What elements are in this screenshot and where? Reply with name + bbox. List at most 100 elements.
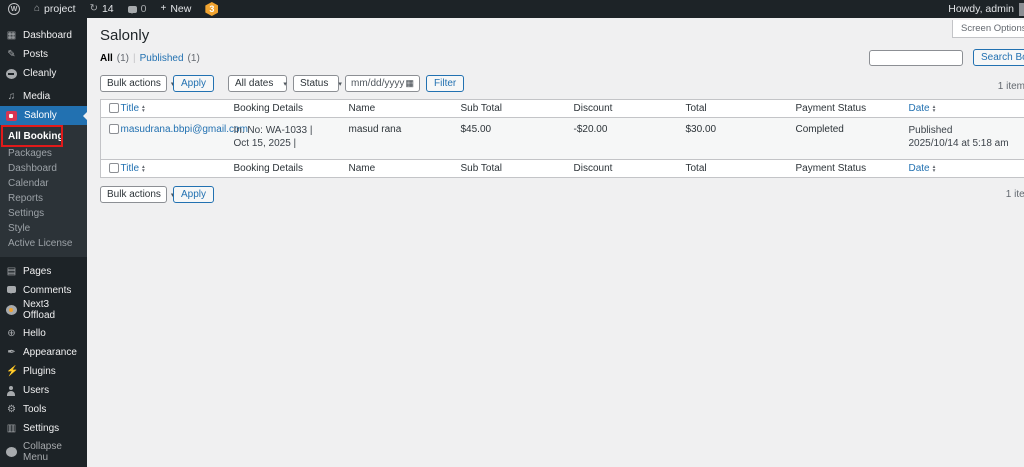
submenu-item-label: Dashboard bbox=[8, 163, 57, 174]
pages-icon: ▤ bbox=[6, 266, 17, 277]
screen-options-button[interactable]: Screen Options ▼ bbox=[952, 20, 1024, 38]
submenu-item-reports[interactable]: Reports bbox=[0, 191, 87, 206]
column-sub-total: Sub Total bbox=[460, 103, 503, 114]
column-title-sort-bottom[interactable]: Title ▴ ▾ bbox=[121, 163, 145, 174]
next3-offload-icon bbox=[6, 304, 17, 315]
sidebar-item-label: Cleanly bbox=[23, 68, 57, 79]
sidebar-item-label: Pages bbox=[23, 266, 52, 277]
search-input[interactable] bbox=[869, 49, 963, 66]
submenu-item-packages[interactable]: Packages bbox=[0, 146, 87, 161]
sidebar-item-settings[interactable]: ▥ Settings bbox=[0, 419, 87, 438]
all-dates-select[interactable]: All dates ▾ bbox=[228, 75, 288, 92]
sidebar-item-plugins[interactable]: ⚡ Plugins bbox=[0, 362, 87, 381]
column-name: Name bbox=[348, 103, 376, 114]
comments-link[interactable]: 0 bbox=[127, 3, 147, 15]
wordpress-menu[interactable]: W bbox=[8, 3, 20, 15]
filter-button[interactable]: Filter bbox=[426, 75, 465, 92]
sort-icon: ▴ ▾ bbox=[142, 103, 145, 114]
sidebar-item-users[interactable]: Users bbox=[0, 381, 87, 400]
separator: | bbox=[133, 53, 136, 64]
plus-icon: + bbox=[160, 3, 167, 14]
sidebar-item-posts[interactable]: ✎ Posts bbox=[0, 45, 87, 64]
salonly-submenu: All Booking Packages Dashboard Calendar … bbox=[0, 125, 87, 257]
submenu-item-dashboard[interactable]: Dashboard bbox=[0, 161, 87, 176]
tablenav-top: Bulk actions ▾ Apply All dates ▾ Status … bbox=[100, 75, 1024, 92]
updates-count: 14 bbox=[101, 3, 114, 15]
sidebar-item-appearance[interactable]: ✒ Appearance bbox=[0, 343, 87, 362]
column-date-sort[interactable]: Date ▴ ▾ bbox=[909, 103, 936, 114]
column-label: Date bbox=[908, 163, 930, 174]
tools-icon: ⚙ bbox=[7, 404, 16, 415]
comments-count: 0 bbox=[140, 3, 147, 15]
sidebar-item-label: Users bbox=[23, 385, 50, 396]
booking-title-link[interactable]: masudrana.bbpi@gmail.com bbox=[121, 124, 248, 135]
view-all-link[interactable]: All bbox=[100, 53, 113, 64]
account-menu[interactable]: Howdy, admin bbox=[948, 2, 1024, 16]
submenu-item-all-booking[interactable]: All Booking bbox=[0, 128, 87, 146]
item-count-top: 1 item bbox=[997, 81, 1024, 92]
column-total-bottom: Total bbox=[685, 163, 707, 174]
notification-badge[interactable]: 3 bbox=[205, 2, 219, 16]
submenu-item-calendar[interactable]: Calendar bbox=[0, 176, 87, 191]
sidebar-item-label: Salonly bbox=[24, 110, 57, 121]
cell-discount: -$20.00 bbox=[573, 124, 608, 135]
sidebar-item-comments[interactable]: Comments bbox=[0, 281, 87, 300]
apply-button[interactable]: Apply bbox=[173, 75, 215, 92]
sidebar-item-pages[interactable]: ▤ Pages bbox=[0, 262, 87, 281]
site-name-link[interactable]: ⌂ project bbox=[34, 3, 76, 15]
sort-icon: ▴ ▾ bbox=[932, 163, 936, 174]
submenu-item-label: All Booking bbox=[8, 131, 64, 142]
row-checkbox[interactable] bbox=[109, 124, 119, 135]
select-all-checkbox-bottom[interactable] bbox=[109, 163, 119, 174]
bulk-actions-select[interactable]: Bulk actions ▾ bbox=[100, 75, 174, 92]
select-all-checkbox[interactable] bbox=[109, 103, 119, 114]
collapse-menu-button[interactable]: ◀ Collapse Menu bbox=[0, 441, 87, 463]
sidebar-item-next3-offload[interactable]: Next3 Offload bbox=[0, 298, 87, 321]
bulk-actions-label: Bulk actions bbox=[107, 78, 161, 89]
column-name-bottom: Name bbox=[348, 163, 376, 174]
status-select[interactable]: Status ▾ bbox=[293, 75, 342, 92]
sidebar-item-tools[interactable]: ⚙ Tools bbox=[0, 400, 87, 419]
submenu-item-active-license[interactable]: Active License bbox=[0, 236, 87, 251]
column-payment-status: Payment Status bbox=[795, 103, 867, 114]
submenu-item-label: Style bbox=[8, 223, 31, 234]
salonly-icon bbox=[6, 110, 17, 121]
sidebar-item-label: Next3 Offload bbox=[23, 298, 56, 321]
sidebar-item-cleanly[interactable]: Cleanly bbox=[0, 64, 87, 83]
chevron-down-icon: ▾ bbox=[338, 80, 342, 88]
sidebar-item-label: Hello bbox=[23, 328, 46, 339]
avatar bbox=[1019, 2, 1024, 16]
bookings-table: Title ▴ ▾ Booking Details Name Sub Total … bbox=[100, 99, 1024, 178]
submenu-item-label: Active License bbox=[8, 238, 73, 249]
cell-payment-status: Completed bbox=[795, 124, 844, 135]
column-date-sort-bottom[interactable]: Date ▴ ▾ bbox=[909, 163, 936, 174]
chevron-down-icon: ▾ bbox=[283, 80, 287, 88]
submenu-item-label: Packages bbox=[8, 148, 52, 159]
search-booking-button[interactable]: Search Booking bbox=[973, 49, 1024, 66]
sidebar-item-label: Comments bbox=[23, 285, 72, 296]
column-label: Title bbox=[120, 163, 140, 174]
new-content-menu[interactable]: + New bbox=[160, 3, 191, 15]
bulk-actions-select-bottom[interactable]: Bulk actions ▾ bbox=[100, 186, 174, 203]
media-icon: ♫ bbox=[7, 91, 16, 102]
home-icon: ⌂ bbox=[34, 3, 41, 14]
date-filter-input[interactable]: mm/dd/yyyy ▦ bbox=[345, 75, 421, 92]
plugins-icon: ⚡ bbox=[6, 366, 19, 377]
tablenav-bottom: Bulk actions ▾ Apply 1 item bbox=[100, 186, 1024, 203]
submenu-item-style[interactable]: Style bbox=[0, 221, 87, 236]
sidebar-item-salonly[interactable]: Salonly bbox=[0, 106, 87, 125]
cleanly-icon bbox=[6, 68, 17, 79]
updates-link[interactable]: ↻ 14 bbox=[90, 3, 114, 15]
sidebar-item-hello[interactable]: ⊕ Hello bbox=[0, 324, 87, 343]
screen-options-label: Screen Options bbox=[961, 23, 1024, 34]
submenu-item-settings[interactable]: Settings bbox=[0, 206, 87, 221]
view-all-count: (1) bbox=[116, 53, 130, 64]
view-published-link[interactable]: Published bbox=[140, 53, 184, 64]
column-title-sort[interactable]: Title ▴ ▾ bbox=[121, 103, 145, 114]
sidebar-item-dashboard[interactable]: ▦ Dashboard bbox=[0, 26, 87, 45]
sidebar-item-media[interactable]: ♫ Media bbox=[0, 87, 87, 106]
submenu-item-label: Calendar bbox=[8, 178, 49, 189]
apply-button-bottom[interactable]: Apply bbox=[173, 186, 215, 203]
collapse-arrow-icon: ◀ bbox=[6, 446, 17, 457]
main-content: Screen Options ▼ Salonly All (1) | Publi… bbox=[87, 18, 1024, 467]
